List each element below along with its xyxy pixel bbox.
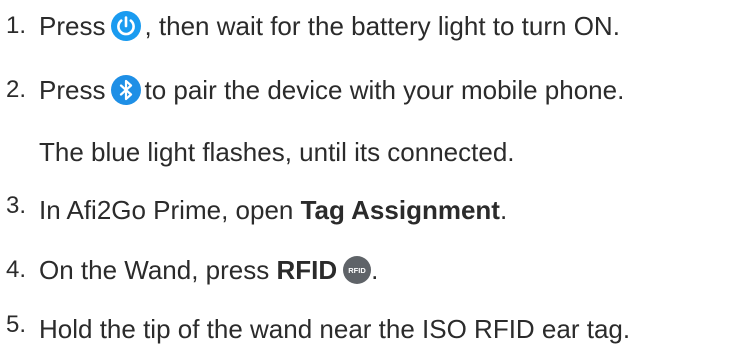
step-number: 4. [6,256,27,283]
step-number: 3. [6,192,27,219]
step-text-after: to pair the device with your mobile phon… [144,75,625,105]
step-text: On the Wand, press [39,255,277,285]
step-bold-text: RFID [276,255,338,285]
step-1: 1. Press , then wait for the battery lig… [6,6,620,46]
step-bold-text: Tag Assignment [300,195,500,225]
step-text: Press [39,75,106,105]
step-2: 2. Press to pair the device with your mo… [6,70,624,110]
step-3: 3. In Afi2Go Prime, open Tag Assignment … [6,190,507,230]
step-text: Hold the tip of the wand near the ISO RF… [39,314,631,344]
step-number: 5. [6,311,27,338]
step-number: 1. [6,12,27,39]
bluetooth-icon [111,75,142,105]
rfid-button-icon: RFID [343,256,372,284]
step-text-after: , then wait for the battery light to tur… [144,11,620,41]
step-text-after: . [371,255,379,285]
step-continuation-text: The blue light flashes, until its connec… [39,137,515,167]
step-2-continuation: The blue light flashes, until its connec… [39,132,515,172]
step-5: 5. Hold the tip of the wand near the ISO… [6,309,630,349]
step-text: Press [39,11,106,41]
power-icon [111,11,142,41]
step-text: In Afi2Go Prime, open [39,195,301,225]
step-number: 2. [6,76,27,103]
step-4: 4. On the Wand, press RFID RFID . [6,250,378,290]
step-text-after: . [499,195,508,225]
rfid-icon-label: RFID [348,266,366,275]
